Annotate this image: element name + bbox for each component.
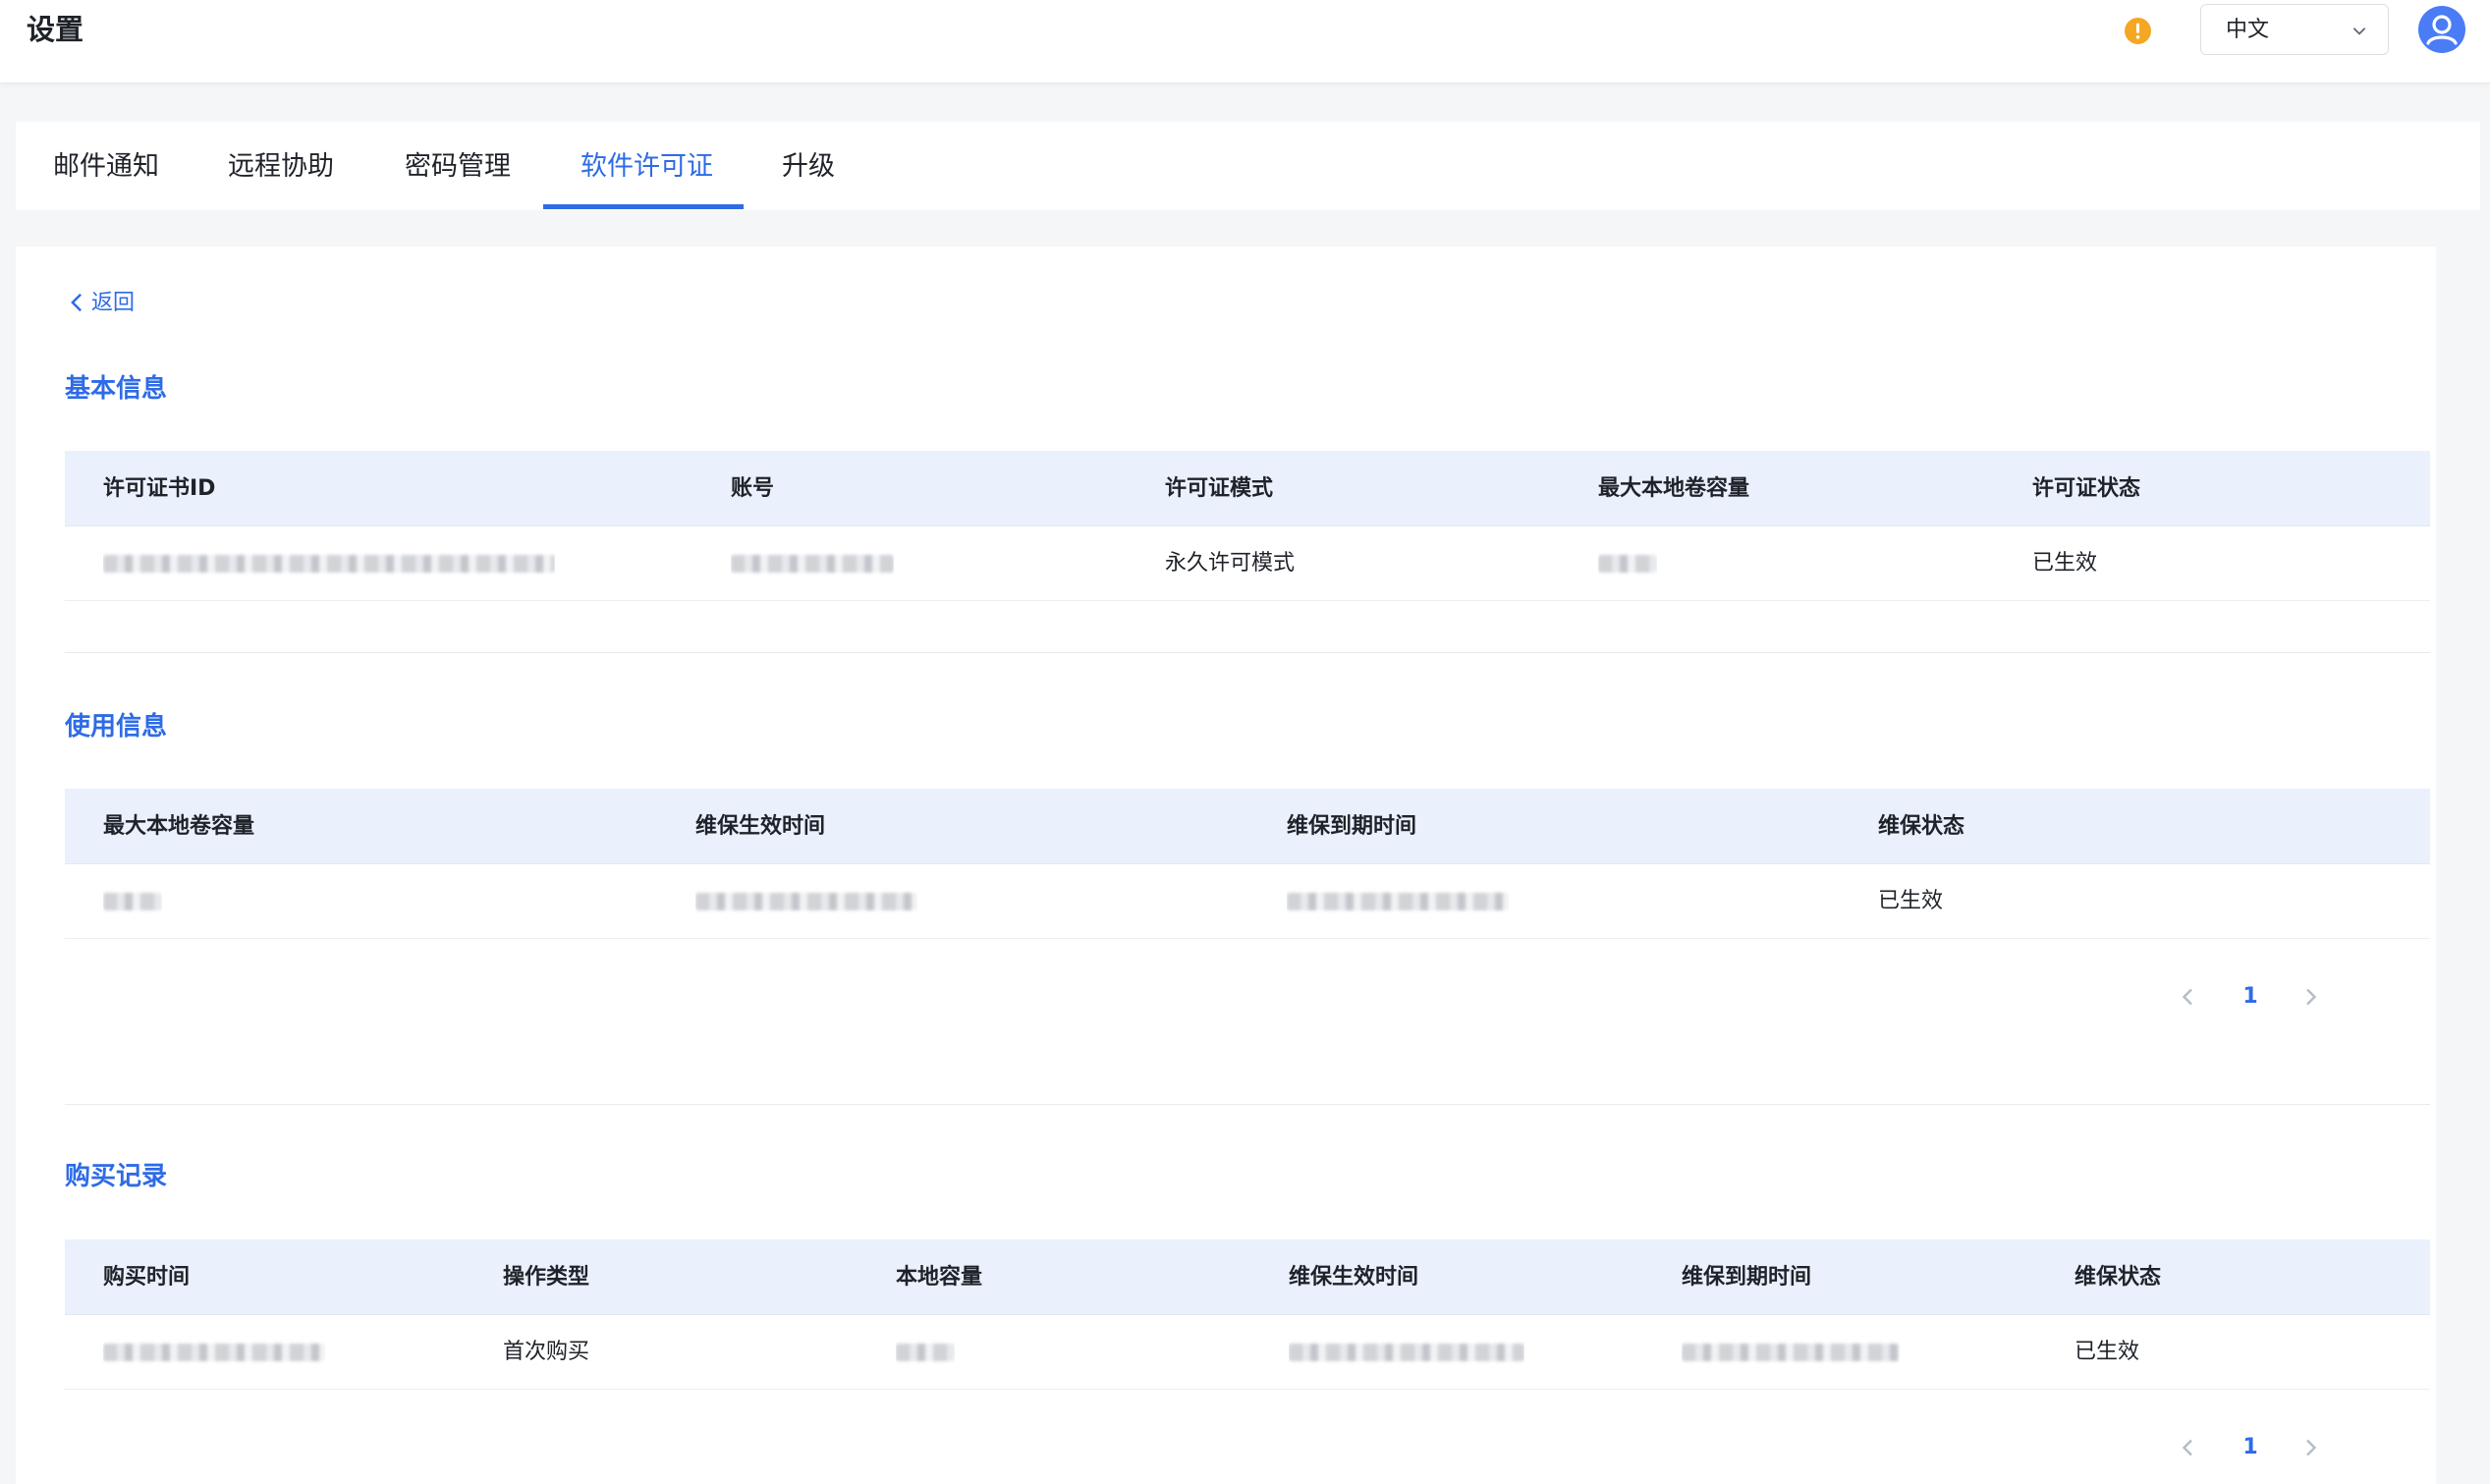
- purchase-pagination: 1: [2177, 1428, 2393, 1467]
- basic-info-table: 许可证书ID 账号 许可证模式 最大本地卷容量 许可证状态 永久许可模式 已生效: [65, 451, 2430, 601]
- section-divider: [65, 652, 2430, 653]
- column-header: 账号: [731, 476, 775, 501]
- column-header: 购买时间: [103, 1265, 191, 1290]
- tab-password-management[interactable]: 密码管理: [405, 122, 511, 210]
- column-header: 本地容量: [896, 1265, 983, 1290]
- redacted-maintenance-start: [1289, 1315, 1524, 1390]
- warning-icon[interactable]: [2125, 18, 2151, 44]
- column-header: 操作类型: [503, 1265, 590, 1290]
- column-header: 维保生效时间: [1289, 1265, 1419, 1290]
- usage-pagination: 1: [2177, 977, 2393, 1017]
- section-divider: [65, 1104, 2430, 1105]
- back-link[interactable]: 返回: [68, 288, 135, 319]
- maintenance-status-cell: 已生效: [2075, 1340, 2140, 1364]
- column-header: 维保到期时间: [1287, 814, 1417, 839]
- usage-info-title: 使用信息: [65, 712, 168, 742]
- redacted-purchase-time: [103, 1315, 325, 1390]
- table-row: 永久许可模式 已生效: [65, 526, 2430, 601]
- table-row: 已生效: [65, 864, 2430, 939]
- column-header: 许可证书ID: [103, 476, 216, 501]
- tab-software-license[interactable]: 软件许可证: [581, 122, 713, 210]
- usage-info-table: 最大本地卷容量 维保生效时间 维保到期时间 维保状态 已生效: [65, 789, 2430, 939]
- tab-email-notification[interactable]: 邮件通知: [53, 122, 159, 210]
- column-header: 许可证模式: [1165, 476, 1274, 501]
- operation-type-cell: 首次购买: [503, 1340, 590, 1364]
- column-header: 最大本地卷容量: [103, 814, 255, 839]
- chevron-right-icon[interactable]: [2298, 1436, 2322, 1459]
- redacted-license-id: [103, 526, 555, 601]
- license-mode-cell: 永久许可模式: [1165, 551, 1296, 576]
- redacted-maintenance-end: [1682, 1315, 1900, 1390]
- table-header: 最大本地卷容量 维保生效时间 维保到期时间 维保状态: [65, 789, 2430, 864]
- active-tab-indicator: [543, 204, 744, 209]
- chevron-left-icon: [71, 293, 83, 312]
- column-header: 维保状态: [2075, 1265, 2162, 1290]
- chevron-right-icon[interactable]: [2298, 985, 2322, 1009]
- purchase-records-table: 购买时间 操作类型 本地容量 维保生效时间 维保到期时间 维保状态 首次购买 已…: [65, 1239, 2430, 1390]
- tab-upgrade[interactable]: 升级: [782, 122, 835, 210]
- redacted-account: [731, 526, 894, 601]
- page-number[interactable]: 1: [2226, 977, 2275, 1017]
- user-avatar[interactable]: [2418, 6, 2465, 53]
- page-title: 设置: [27, 13, 84, 46]
- back-label: 返回: [91, 291, 136, 315]
- table-header: 购买时间 操作类型 本地容量 维保生效时间 维保到期时间 维保状态: [65, 1239, 2430, 1315]
- column-header: 维保状态: [1878, 814, 1965, 839]
- chevron-left-icon[interactable]: [2177, 985, 2200, 1009]
- column-header: 维保到期时间: [1682, 1265, 1812, 1290]
- column-header: 最大本地卷容量: [1598, 476, 1750, 501]
- column-header: 维保生效时间: [695, 814, 826, 839]
- top-bar: 设置 中文: [0, 0, 2490, 83]
- user-icon: [2426, 15, 2458, 45]
- column-header: 许可证状态: [2032, 476, 2141, 501]
- maintenance-status-cell: 已生效: [1878, 889, 1944, 913]
- redacted-max-capacity: [103, 864, 162, 939]
- redacted-local-capacity: [896, 1315, 955, 1390]
- chevron-left-icon[interactable]: [2177, 1436, 2200, 1459]
- license-card: 返回 基本信息 许可证书ID 账号 许可证模式 最大本地卷容量 许可证状态 永久…: [16, 247, 2436, 1484]
- table-header: 许可证书ID 账号 许可证模式 最大本地卷容量 许可证状态: [65, 451, 2430, 526]
- chevron-down-icon: [2352, 27, 2366, 35]
- redacted-maintenance-start: [695, 864, 917, 939]
- language-select[interactable]: 中文: [2200, 4, 2389, 55]
- redacted-max-capacity: [1598, 526, 1657, 601]
- language-label: 中文: [2226, 18, 2270, 42]
- tab-remote-assistance[interactable]: 远程协助: [228, 122, 334, 210]
- redacted-maintenance-end: [1287, 864, 1509, 939]
- settings-tabs: 邮件通知 远程协助 密码管理 软件许可证 升级: [16, 122, 2480, 210]
- basic-info-title: 基本信息: [65, 374, 168, 404]
- license-status-cell: 已生效: [2032, 551, 2098, 576]
- page-number[interactable]: 1: [2226, 1428, 2275, 1467]
- table-row: 首次购买 已生效: [65, 1315, 2430, 1390]
- purchase-records-title: 购买记录: [65, 1162, 168, 1191]
